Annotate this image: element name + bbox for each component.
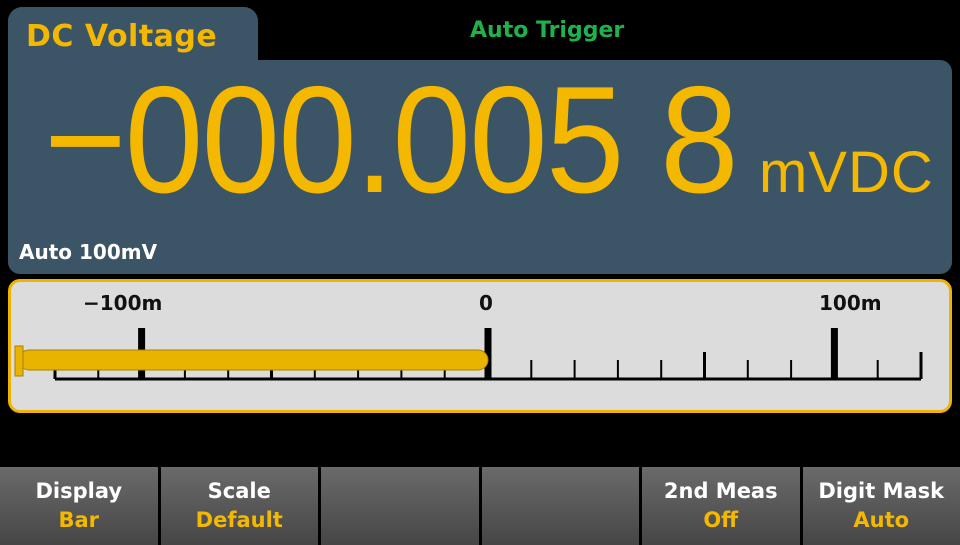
- softkey-value: Off: [703, 508, 739, 532]
- softkey-title: Digit Mask: [818, 478, 945, 503]
- softkey-value: Default: [195, 508, 283, 532]
- softkey-title: 2nd Meas: [663, 478, 778, 503]
- bar-meter: −100m 0 100m: [8, 279, 952, 413]
- bar-end-cap: [14, 345, 24, 377]
- softkey-blank-3[interactable]: [321, 467, 479, 545]
- bar-scale: [14, 328, 923, 381]
- primary-reading: −000.005 8 mVDC: [44, 64, 934, 234]
- softkey-blank-4[interactable]: [481, 467, 639, 545]
- softkey-scale[interactable]: Scale Default: [160, 467, 318, 545]
- softkey-digit-mask[interactable]: Digit Mask Auto: [802, 467, 960, 545]
- softkey-2nd-meas[interactable]: 2nd Meas Off: [642, 467, 800, 545]
- softkey-title: Scale: [207, 478, 271, 503]
- softkey-value: Auto: [853, 508, 910, 532]
- softkey-title: Display: [35, 478, 123, 503]
- range-label: Auto 100mV: [19, 240, 158, 264]
- bar-fill: [18, 349, 489, 371]
- trigger-status: Auto Trigger: [470, 18, 625, 43]
- reading-unit: mVDC: [758, 140, 934, 205]
- function-label: DC Voltage: [26, 19, 218, 54]
- reading-value: −000.005 8: [44, 55, 739, 225]
- softkey-bar: Display Bar Scale Default 2nd Meas Off D…: [0, 467, 960, 545]
- softkey-value: Bar: [58, 508, 100, 532]
- softkey-display[interactable]: Display Bar: [0, 467, 158, 545]
